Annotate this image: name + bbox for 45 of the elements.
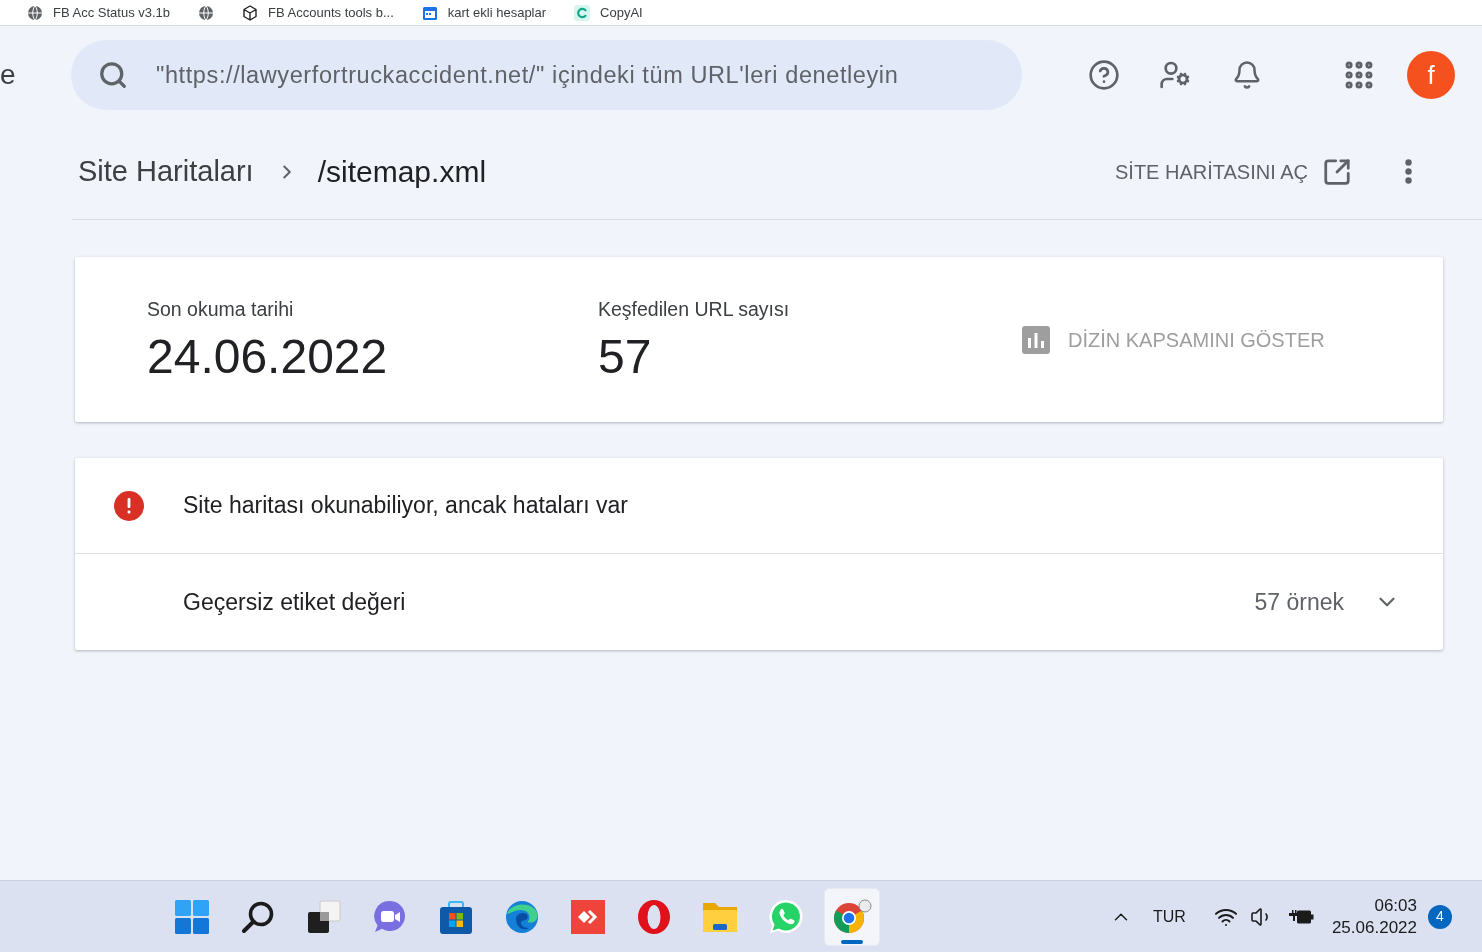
open-in-new-icon bbox=[1322, 156, 1352, 187]
wave-logo-icon bbox=[504, 898, 540, 935]
bookmark-link[interactable]: CopyAI bbox=[574, 2, 643, 23]
breadcrumb-link[interactable]: Site Haritaları bbox=[78, 149, 254, 194]
language-indicator[interactable]: TUR bbox=[1153, 904, 1186, 929]
issue-name: Geçersiz etiket değeri bbox=[183, 587, 406, 617]
globe-icon bbox=[198, 4, 215, 21]
bell-icon bbox=[1232, 60, 1262, 90]
stat-label: Keşfedilen URL sayısı bbox=[598, 296, 791, 322]
calendar-icon bbox=[421, 4, 438, 21]
search-icon bbox=[98, 60, 128, 90]
clock[interactable]: 06:03 25.06.2022 bbox=[1331, 894, 1417, 939]
exclamation-icon bbox=[114, 490, 144, 521]
bar-chart-icon bbox=[1022, 325, 1050, 354]
chat-bubble-phone-icon bbox=[768, 898, 804, 935]
round-logo-icon bbox=[832, 898, 872, 935]
ring-logo-icon bbox=[637, 898, 671, 935]
notification-badge[interactable]: 4 bbox=[1428, 904, 1452, 929]
bookmark-link[interactable] bbox=[198, 4, 215, 21]
bookmark-link[interactable]: FB Acc Status v3.1b bbox=[27, 2, 171, 23]
stat-label: Son okuma tarihi bbox=[147, 296, 295, 322]
cube-icon bbox=[242, 4, 259, 21]
more-vertical-icon bbox=[1404, 159, 1412, 184]
video-chat-icon bbox=[372, 898, 408, 935]
status-message: Site haritası okunabiliyor, ancak hataları var bbox=[183, 491, 628, 521]
bookmark-link[interactable]: kart ekli hesaplar bbox=[421, 2, 547, 23]
task-view-icon bbox=[306, 898, 342, 935]
stat-value: 24.06.2022 bbox=[147, 330, 389, 385]
issue-count: 57 örnek bbox=[1254, 587, 1344, 617]
user-gear-icon bbox=[1159, 59, 1191, 91]
windows-logo-icon bbox=[174, 898, 210, 935]
open-sitemap-button[interactable]: SİTE HARİTASINI AÇ bbox=[1115, 156, 1352, 187]
panel-title-fragment: e bbox=[0, 61, 16, 89]
search-field[interactable]: "https://lawyerfortruckaccident.net/" içindeki tüm URL'leri denetleyin bbox=[156, 55, 998, 95]
stat-value: 57 bbox=[598, 330, 653, 385]
search-icon bbox=[241, 899, 275, 934]
bookmark-link[interactable]: FB Accounts tools b... bbox=[242, 2, 394, 23]
battery-charging-icon[interactable] bbox=[1287, 907, 1314, 926]
globe-icon bbox=[27, 4, 43, 21]
logo-icon bbox=[574, 4, 591, 21]
remote-desktop-icon bbox=[570, 898, 606, 935]
help-icon bbox=[1088, 59, 1120, 91]
shopping-bag-icon bbox=[438, 898, 474, 935]
breadcrumb-link[interactable]: /sitemap.xml bbox=[317, 149, 487, 194]
search-bar[interactable]: "https://lawyerfortruckaccident.net/" içindeki tüm URL'leri denetleyin bbox=[71, 40, 1022, 110]
